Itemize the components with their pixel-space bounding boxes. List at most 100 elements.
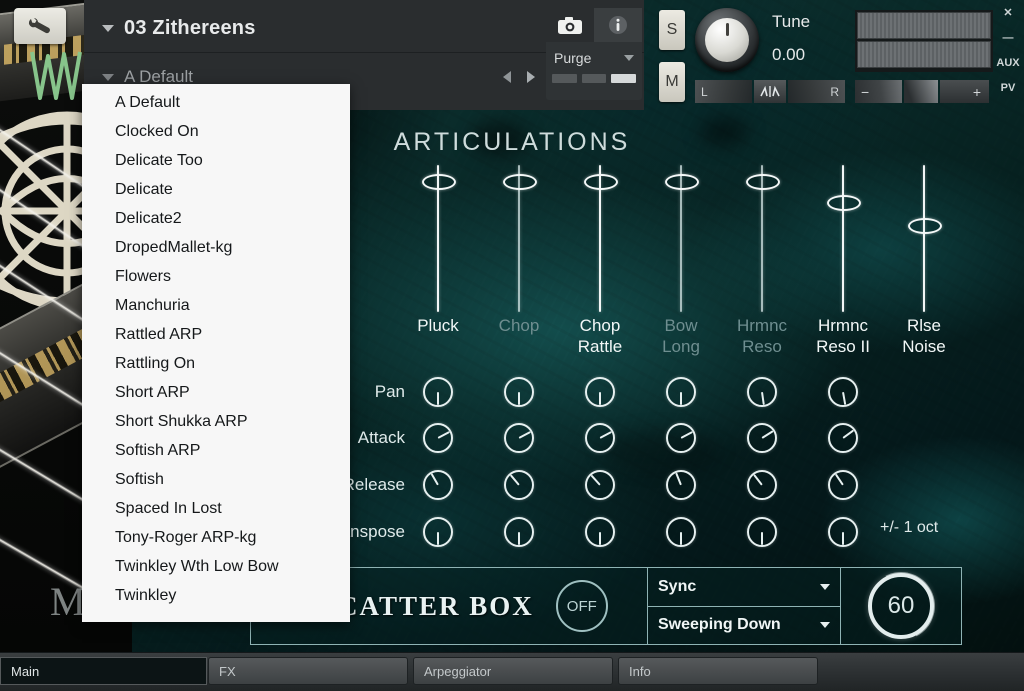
tab-main-label: Main bbox=[11, 663, 40, 679]
parameter-knob[interactable] bbox=[747, 470, 777, 500]
tab-arpeggiator-label: Arpeggiator bbox=[424, 663, 492, 679]
preset-next-button[interactable] bbox=[519, 63, 543, 91]
parameter-knob[interactable] bbox=[747, 377, 777, 407]
parameter-knob[interactable] bbox=[585, 423, 615, 453]
scatter-power-button[interactable]: OFF bbox=[555, 580, 608, 632]
parameter-knob[interactable] bbox=[423, 470, 453, 500]
preset-dropdown-list[interactable]: A Default Clocked On Delicate Too Delicate D… bbox=[82, 84, 350, 622]
preset-dropdown-item[interactable]: Rattled ARP bbox=[82, 320, 350, 349]
purge-label: Purge bbox=[554, 50, 592, 66]
parameter-knob[interactable] bbox=[828, 470, 858, 500]
tune-value[interactable]: 0.00 bbox=[772, 45, 805, 65]
parameter-knob[interactable] bbox=[504, 517, 534, 547]
parameter-knob[interactable] bbox=[504, 470, 534, 500]
meter-left bbox=[857, 12, 991, 39]
articulation-label: Pluck bbox=[391, 315, 485, 336]
minimize-icon[interactable]: — bbox=[1003, 32, 1014, 44]
wrench-button[interactable] bbox=[14, 8, 66, 44]
articulation-label: Bow Long bbox=[634, 315, 728, 357]
volume-decrease[interactable]: − bbox=[855, 80, 902, 103]
articulation-label-line2: Rattle bbox=[577, 337, 623, 356]
scatter-mode-label: Sync bbox=[658, 577, 697, 595]
parameter-knob[interactable] bbox=[423, 517, 453, 547]
knob-pointer bbox=[599, 431, 612, 439]
parameter-knob[interactable] bbox=[504, 377, 534, 407]
scatter-pattern-dropdown[interactable]: Sweeping Down bbox=[648, 607, 840, 645]
scatter-mode-dropdown[interactable]: Sync bbox=[648, 568, 840, 607]
preset-dropdown-item[interactable]: DropedMallet-kg bbox=[82, 233, 350, 262]
tab-info[interactable]: Info bbox=[618, 657, 818, 685]
parameter-knob[interactable] bbox=[747, 517, 777, 547]
preset-prev-button[interactable] bbox=[495, 63, 519, 91]
tab-arpeggiator[interactable]: Arpeggiator bbox=[413, 657, 613, 685]
parameter-knob[interactable] bbox=[666, 517, 696, 547]
preset-dropdown-item[interactable]: Twinkley Wth Low Bow bbox=[82, 552, 350, 581]
parameter-knob[interactable] bbox=[828, 517, 858, 547]
preset-dropdown-item[interactable]: Flowers bbox=[82, 262, 350, 291]
knob-pointer bbox=[437, 431, 450, 439]
preset-dropdown-item[interactable]: Clocked On bbox=[82, 117, 350, 146]
preset-dropdown-item[interactable]: Delicate2 bbox=[82, 204, 350, 233]
pan-left-label: L bbox=[695, 80, 752, 103]
articulation-slider-handle[interactable] bbox=[908, 217, 942, 234]
scatter-rate-knob[interactable]: 60 bbox=[868, 573, 934, 639]
articulation-slider[interactable] bbox=[923, 165, 925, 312]
parameter-knob[interactable] bbox=[666, 377, 696, 407]
preset-dropdown-item[interactable]: Spaced In Lost bbox=[82, 494, 350, 523]
purge-dropdown[interactable]: Purge bbox=[546, 42, 642, 74]
preset-dropdown-item[interactable]: A Default bbox=[82, 88, 350, 117]
scatter-pattern-chevron-down-icon bbox=[820, 622, 830, 629]
preset-dropdown-item[interactable]: Short ARP bbox=[82, 378, 350, 407]
tab-main[interactable]: Main bbox=[0, 657, 207, 685]
aux-button[interactable]: AUX bbox=[996, 57, 1019, 69]
info-button[interactable] bbox=[594, 8, 642, 42]
parameter-knob[interactable] bbox=[504, 423, 534, 453]
knob-pointer bbox=[430, 473, 439, 486]
preset-dropdown-item[interactable]: Delicate Too bbox=[82, 146, 350, 175]
pan-center-icon[interactable] bbox=[754, 80, 786, 103]
volume-handle[interactable] bbox=[904, 80, 938, 103]
preset-dropdown-item[interactable]: Softish ARP bbox=[82, 436, 350, 465]
solo-button[interactable]: S bbox=[659, 10, 685, 50]
preset-chevron-down-icon[interactable] bbox=[102, 73, 114, 81]
parameter-knob[interactable] bbox=[828, 423, 858, 453]
close-icon[interactable]: ✕ bbox=[1003, 6, 1012, 19]
articulation-slider-handle[interactable] bbox=[827, 194, 861, 211]
parameter-knob[interactable] bbox=[585, 517, 615, 547]
parameter-knob[interactable] bbox=[423, 423, 453, 453]
meter-right bbox=[857, 41, 991, 68]
preset-dropdown-item[interactable]: Rattling On bbox=[82, 349, 350, 378]
tune-knob[interactable] bbox=[695, 8, 759, 72]
preset-dropdown-item[interactable]: Tony-Roger ARP-kg bbox=[82, 523, 350, 552]
tab-fx[interactable]: FX bbox=[208, 657, 408, 685]
parameter-knob[interactable] bbox=[747, 423, 777, 453]
preset-dropdown-item[interactable]: Softish bbox=[82, 465, 350, 494]
articulation-label-line1: Rlse bbox=[906, 316, 941, 335]
articulation-label: Rlse Noise bbox=[877, 315, 971, 357]
mute-button[interactable]: M bbox=[659, 62, 685, 102]
knob-pointer bbox=[599, 532, 601, 545]
parameter-knob[interactable] bbox=[423, 377, 453, 407]
volume-slider[interactable]: − + bbox=[855, 80, 989, 103]
knob-pointer bbox=[680, 431, 693, 439]
pan-slider[interactable]: L R bbox=[695, 80, 845, 103]
parameter-knob[interactable] bbox=[828, 377, 858, 407]
parameter-knob[interactable] bbox=[666, 423, 696, 453]
instrument-chevron-down-icon[interactable] bbox=[102, 24, 114, 32]
snapshot-button[interactable] bbox=[546, 8, 594, 42]
pv-button[interactable]: PV bbox=[1001, 82, 1016, 94]
scatter-power-label: OFF bbox=[566, 597, 597, 615]
camera-icon bbox=[558, 16, 582, 34]
wrench-icon bbox=[28, 18, 50, 34]
parameter-knob[interactable] bbox=[666, 470, 696, 500]
articulation-label-line1: Hrmnc bbox=[817, 316, 869, 335]
articulation-slider[interactable] bbox=[842, 165, 844, 312]
parameter-knob[interactable] bbox=[585, 470, 615, 500]
preset-dropdown-item[interactable]: Delicate bbox=[82, 175, 350, 204]
preset-dropdown-item[interactable]: Manchuria bbox=[82, 291, 350, 320]
mute-label: M bbox=[665, 73, 679, 90]
preset-dropdown-item[interactable]: Short Shukka ARP bbox=[82, 407, 350, 436]
preset-dropdown-item[interactable]: Twinkley bbox=[82, 581, 350, 610]
volume-increase[interactable]: + bbox=[940, 80, 989, 103]
parameter-knob[interactable] bbox=[585, 377, 615, 407]
